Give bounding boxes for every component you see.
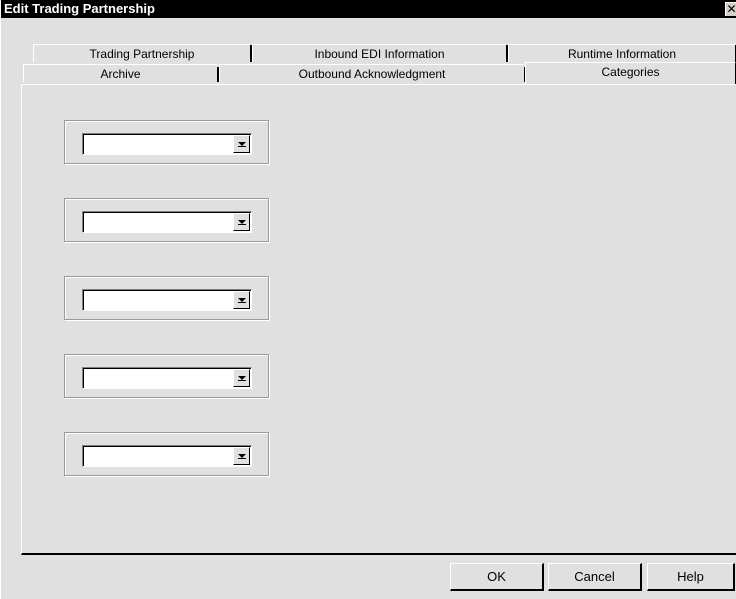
close-icon: ✕ — [726, 2, 736, 16]
category-group-4 — [64, 354, 269, 398]
dropdown-button[interactable] — [233, 213, 250, 231]
tab-outbound-acknowledgment[interactable]: Outbound Acknowledgment — [219, 64, 526, 82]
tab-inbound-edi-information[interactable]: Inbound EDI Information — [252, 44, 508, 62]
tab-trading-partnership[interactable]: Trading Partnership — [33, 44, 252, 62]
tab-archive[interactable]: Archive — [23, 64, 219, 82]
tab-label: Trading Partnership — [89, 47, 195, 61]
category-group-5 — [64, 432, 269, 476]
category-select-value — [87, 448, 229, 464]
close-button[interactable]: ✕ — [725, 2, 736, 16]
tab-label: Runtime Information — [567, 47, 677, 61]
category-group-3 — [64, 276, 269, 320]
category-group-2 — [64, 198, 269, 242]
window-title: Edit Trading Partnership — [4, 1, 155, 16]
dropdown-button[interactable] — [233, 369, 250, 387]
ok-button[interactable]: OK — [450, 563, 544, 591]
dropdown-button[interactable] — [233, 291, 250, 309]
dropdown-button[interactable] — [233, 447, 250, 465]
tab-categories[interactable]: Categories — [525, 62, 736, 84]
tab-label: Outbound Acknowledgment — [298, 67, 446, 81]
chevron-down-icon — [238, 220, 246, 225]
tab-label: Inbound EDI Information — [314, 47, 445, 61]
chevron-down-icon — [238, 298, 246, 303]
category-select-3[interactable] — [82, 289, 252, 311]
categories-panel — [21, 84, 736, 555]
category-select-value — [87, 214, 229, 230]
tab-runtime-information[interactable]: Runtime Information — [508, 44, 736, 62]
tab-label: Categories — [601, 65, 660, 79]
category-select-5[interactable] — [82, 445, 252, 467]
title-bar: Edit Trading Partnership ✕ — [1, 0, 736, 18]
category-select-1[interactable] — [82, 133, 252, 155]
chevron-down-icon — [238, 454, 246, 459]
tab-label: Archive — [100, 67, 141, 81]
category-select-4[interactable] — [82, 367, 252, 389]
category-select-2[interactable] — [82, 211, 252, 233]
category-select-value — [87, 370, 229, 386]
cancel-button[interactable]: Cancel — [548, 563, 642, 591]
dropdown-button[interactable] — [233, 135, 250, 153]
chevron-down-icon — [238, 142, 246, 147]
edit-trading-partnership-dialog: Edit Trading Partnership ✕ Trading Partn… — [0, 0, 736, 599]
help-button[interactable]: Help — [647, 563, 735, 591]
category-select-value — [87, 292, 229, 308]
chevron-down-icon — [238, 376, 246, 381]
category-group-1 — [64, 120, 269, 164]
category-select-value — [87, 136, 229, 152]
